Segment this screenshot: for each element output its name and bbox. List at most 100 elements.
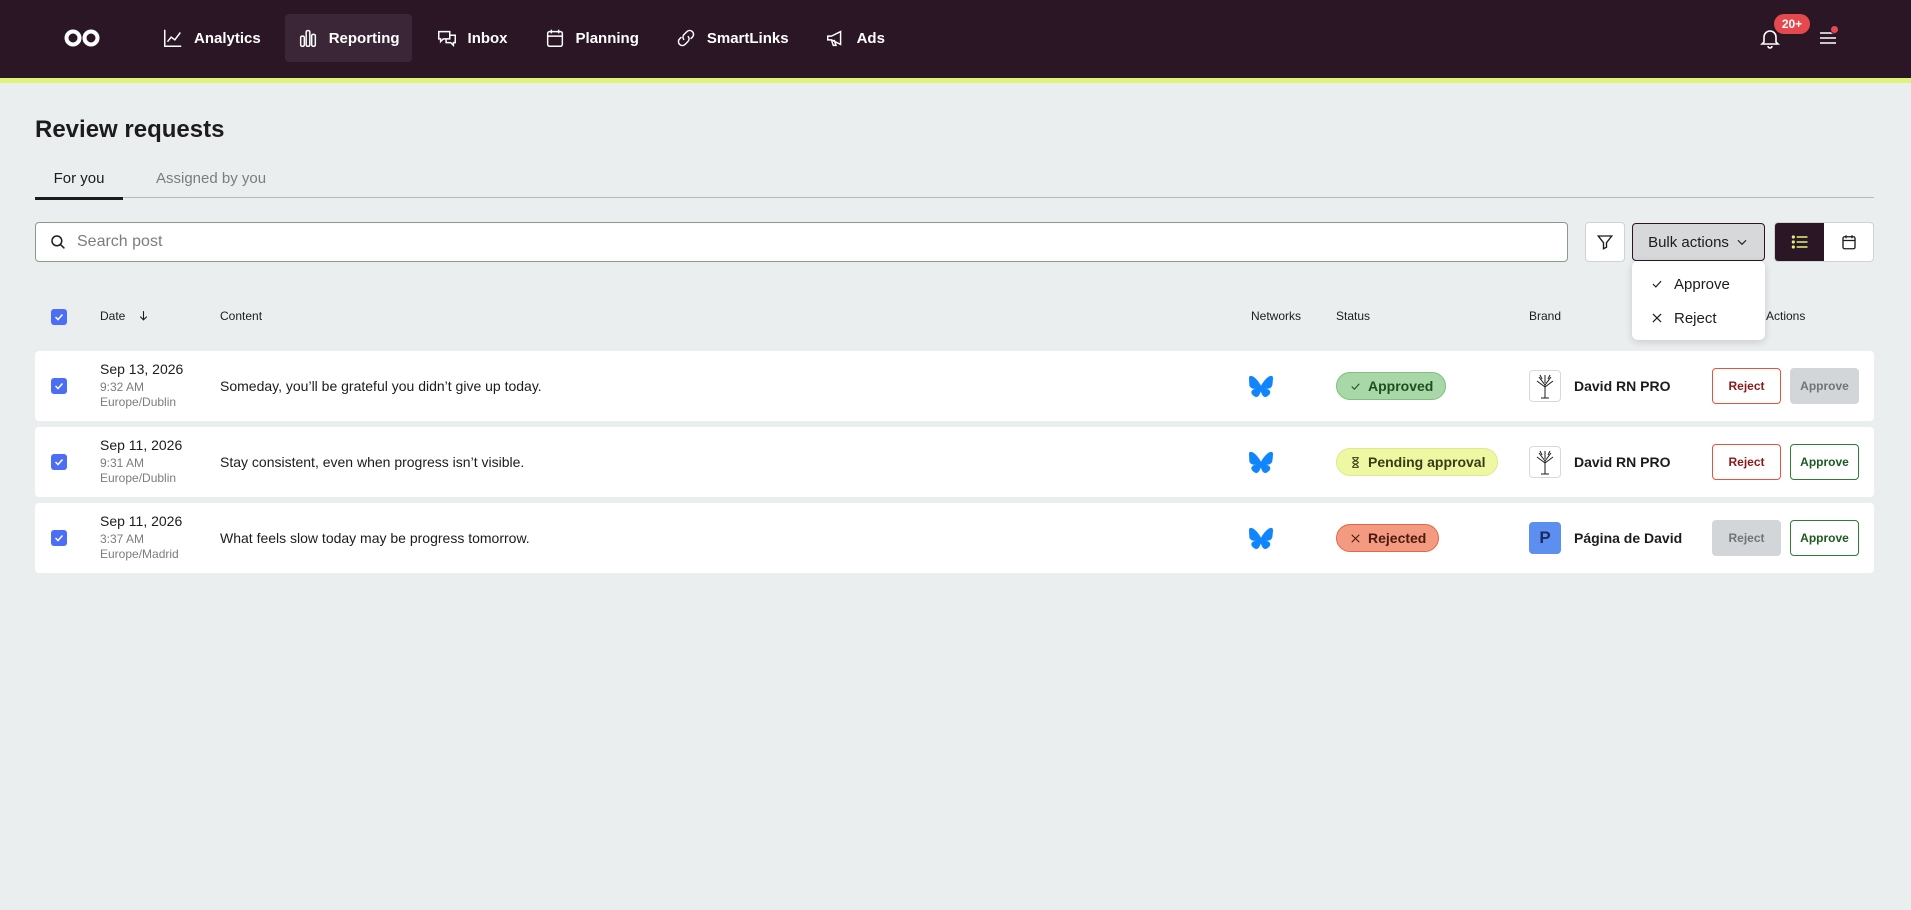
menu-notification-dot (1830, 25, 1839, 34)
table-row: Sep 11, 2026 9:31 AM Europe/Dublin Stay … (35, 427, 1874, 497)
post-content[interactable]: What feels slow today may be progress to… (220, 530, 530, 546)
tabs: For you Assigned by you (35, 162, 1874, 200)
row-checkbox[interactable] (51, 530, 67, 546)
filter-icon (1596, 235, 1614, 250)
nav-item-ads[interactable]: Ads (813, 14, 897, 62)
bluesky-icon (1249, 375, 1273, 398)
check-icon (1351, 382, 1360, 390)
close-icon (1652, 313, 1662, 323)
table-header: Date Content Networks Status Brand Actio… (35, 304, 1874, 330)
row-checkbox[interactable] (51, 454, 67, 470)
post-date: Sep 11, 2026 9:31 AM Europe/Dublin (100, 437, 182, 486)
post-timezone: Europe/Madrid (100, 547, 179, 561)
brand-name: David RN PRO (1574, 454, 1671, 470)
header-date-label: Date (100, 309, 126, 323)
post-date-day: Sep 11, 2026 (100, 513, 183, 529)
filter-button[interactable] (1585, 222, 1625, 262)
calendar-view-button[interactable] (1824, 223, 1873, 261)
hourglass-icon (1352, 456, 1359, 468)
header-networks: Networks (1251, 309, 1302, 323)
notification-badge: 20+ (1774, 14, 1810, 34)
arrow-down-icon (139, 311, 147, 321)
nav-item-smartlinks[interactable]: SmartLinks (663, 14, 801, 62)
nav-item-label: Analytics (194, 29, 261, 47)
check-icon (54, 534, 64, 542)
nav-item-inbox[interactable]: Inbox (424, 14, 520, 62)
row-checkbox[interactable] (51, 378, 67, 394)
post-timezone: Europe/Dublin (100, 471, 177, 485)
check-icon (54, 382, 64, 390)
bulk-approve-option[interactable]: Approve (1632, 267, 1765, 301)
brand-avatar (1529, 370, 1561, 402)
brand-name: David RN PRO (1574, 378, 1671, 394)
header-actions: Actions (1766, 309, 1806, 323)
bluesky-icon (1249, 527, 1273, 550)
check-icon (54, 313, 64, 321)
nav-item-label: Ads (856, 29, 885, 47)
nav-item-planning[interactable]: Planning (532, 14, 651, 62)
post-time: 9:32 AM (100, 380, 145, 394)
logo-icon[interactable] (64, 26, 100, 50)
calendar-icon (1841, 235, 1856, 250)
status-badge: Approved (1336, 372, 1447, 400)
header-date[interactable]: Date (100, 309, 150, 323)
post-date: Sep 11, 2026 3:37 AM Europe/Madrid (100, 513, 182, 562)
approve-button[interactable]: Approve (1790, 444, 1859, 480)
header-content: Content (220, 309, 263, 323)
top-navigation-bar: Analytics Reporting Inbox Planning Smart… (0, 0, 1911, 78)
post-content[interactable]: Stay consistent, even when progress isn’… (220, 454, 524, 470)
status-badge: Rejected (1336, 524, 1440, 552)
brand-avatar (1529, 446, 1561, 478)
tree-logo-icon (1536, 374, 1554, 399)
tab-assigned-by-you[interactable]: Assigned by you (156, 170, 266, 197)
search-icon (51, 235, 65, 249)
table-row: Sep 11, 2026 3:37 AM Europe/Madrid What … (35, 503, 1874, 573)
reject-button[interactable]: Reject (1712, 444, 1781, 480)
table-row: Sep 13, 2026 9:32 AM Europe/Dublin Somed… (35, 351, 1874, 421)
main-nav: Analytics Reporting Inbox Planning Smart… (150, 14, 909, 62)
post-timezone: Europe/Dublin (100, 395, 177, 409)
megaphone-icon (826, 30, 841, 47)
bulk-actions-dropdown: Approve Reject (1632, 261, 1765, 340)
status-label: Pending approval (1368, 454, 1486, 470)
calendar-icon (546, 29, 563, 47)
approve-button[interactable]: Approve (1790, 368, 1859, 404)
tab-for-you[interactable]: For you (35, 170, 123, 200)
post-date: Sep 13, 2026 9:32 AM Europe/Dublin (100, 361, 183, 410)
nav-item-reporting[interactable]: Reporting (284, 14, 412, 62)
post-content[interactable]: Someday, you’ll be grateful you didn’t g… (220, 378, 542, 394)
bluesky-icon (1249, 451, 1273, 474)
brand-avatar: P (1529, 522, 1561, 554)
list-view-button[interactable] (1775, 223, 1824, 261)
topbar-accent-stripe (0, 78, 1911, 83)
bulk-reject-label: Reject (1674, 309, 1717, 327)
nav-item-label: Reporting (328, 29, 400, 47)
post-time: 3:37 AM (100, 532, 145, 546)
post-date-day: Sep 11, 2026 (100, 437, 183, 453)
status-badge: Pending approval (1336, 448, 1499, 476)
nav-item-label: Inbox (467, 29, 508, 47)
chart-line-icon (164, 29, 182, 47)
check-icon (1652, 280, 1662, 288)
select-all-checkbox[interactable] (51, 309, 67, 325)
bulk-approve-label: Approve (1674, 275, 1730, 293)
bulk-reject-option[interactable]: Reject (1632, 301, 1765, 335)
header-status: Status (1336, 309, 1371, 323)
brand-name: Página de David (1574, 530, 1683, 546)
bulk-actions-button[interactable]: Bulk actions (1632, 223, 1765, 261)
tree-logo-icon (1536, 450, 1554, 475)
search-input[interactable] (77, 233, 1527, 251)
nav-item-label: Planning (575, 29, 639, 47)
approve-button[interactable]: Approve (1790, 520, 1859, 556)
nav-item-analytics[interactable]: Analytics (150, 14, 273, 62)
view-toggle (1774, 222, 1874, 262)
check-icon (54, 458, 64, 466)
search-box (35, 222, 1568, 262)
reject-button[interactable]: Reject (1712, 520, 1781, 556)
bulk-actions-label: Bulk actions (1648, 233, 1729, 251)
page-title: Review requests (35, 116, 225, 143)
reject-button[interactable]: Reject (1712, 368, 1781, 404)
chat-bubbles-icon (437, 30, 456, 48)
bar-chart-icon (299, 29, 316, 47)
post-date-day: Sep 13, 2026 (100, 361, 184, 377)
